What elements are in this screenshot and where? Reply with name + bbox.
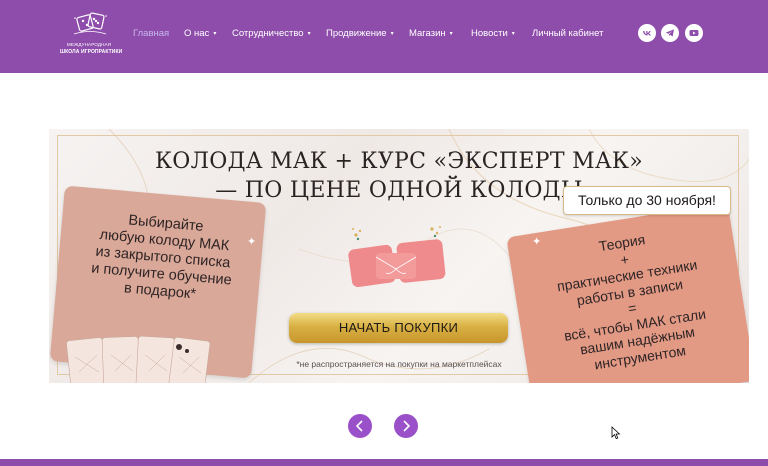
nav-item-promotion[interactable]: Продвижение ▾ — [326, 27, 394, 41]
nav-item-about[interactable]: О нас ▾ — [184, 27, 216, 41]
start-shopping-button[interactable]: НАЧАТЬ ПОКУПКИ — [289, 313, 508, 343]
gift-envelope-icon — [348, 226, 446, 288]
banner-footnote: *не распространяется на покупки на марке… — [296, 359, 502, 369]
bottom-section-strip — [0, 459, 768, 466]
youtube-icon — [689, 30, 699, 36]
nav-item-home[interactable]: Главная — [133, 27, 169, 41]
left-card-text: Выбирайте любую колоду МАК из закрытого … — [60, 207, 267, 309]
nav-label: Продвижение — [326, 28, 387, 39]
sparkle-icon: ✦ — [532, 236, 542, 248]
banner-headline: КОЛОДА МАК + КУРС «ЭКСПЕРТ МАК» — [154, 149, 644, 174]
site-header: МЕЖДУНАРОДНАЯ ШКОЛА ИГРОПРАКТИКИ Главная… — [0, 0, 768, 73]
chevron-left-icon — [355, 420, 363, 432]
dice-logo-icon — [73, 12, 107, 35]
deadline-badge: Только до 30 ноября! — [563, 186, 731, 215]
nav-item-shop[interactable]: Магазин ▾ — [409, 27, 453, 41]
nav-label: Главная — [133, 28, 170, 39]
telegram-icon — [665, 29, 674, 37]
nav-label: Магазин — [409, 28, 446, 39]
logo-text-line2: ШКОЛА ИГРОПРАКТИКИ — [60, 49, 123, 55]
chevron-right-icon — [403, 420, 411, 432]
vk-link[interactable] — [638, 24, 656, 42]
site-logo[interactable]: МЕЖДУНАРОДНАЯ ШКОЛА ИГРОПРАКТИКИ — [60, 12, 123, 58]
chevron-down-icon: ▾ — [511, 31, 515, 37]
vk-icon — [643, 31, 651, 36]
chevron-down-icon: ▾ — [390, 31, 394, 37]
youtube-link[interactable] — [685, 24, 703, 42]
nav-item-news[interactable]: Новости ▾ — [471, 27, 515, 41]
mouse-cursor-icon — [611, 426, 621, 440]
mini-cards-illustration — [66, 335, 211, 383]
chevron-down-icon: ▾ — [213, 31, 217, 37]
slider-prev-button[interactable] — [348, 414, 372, 438]
nav-label: Личный кабинет — [532, 28, 604, 39]
promo-banner[interactable]: КОЛОДА МАК + КУРС «ЭКСПЕРТ МАК» — ПО ЦЕН… — [49, 129, 749, 383]
telegram-link[interactable] — [661, 24, 679, 42]
nav-label: Сотрудничество — [232, 28, 304, 39]
nav-item-cooperation[interactable]: Сотрудничество ▾ — [232, 27, 311, 41]
nav-label: О нас — [184, 28, 210, 39]
logo-text-line1: МЕЖДУНАРОДНАЯ — [66, 42, 112, 47]
nav-label: Новости — [471, 28, 508, 39]
chevron-down-icon: ▾ — [449, 31, 453, 37]
nav-item-account[interactable]: Личный кабинет — [532, 27, 603, 41]
sparkle-icon: ✦ — [247, 236, 257, 248]
slider-next-button[interactable] — [394, 414, 418, 438]
chevron-down-icon: ▾ — [307, 31, 311, 37]
